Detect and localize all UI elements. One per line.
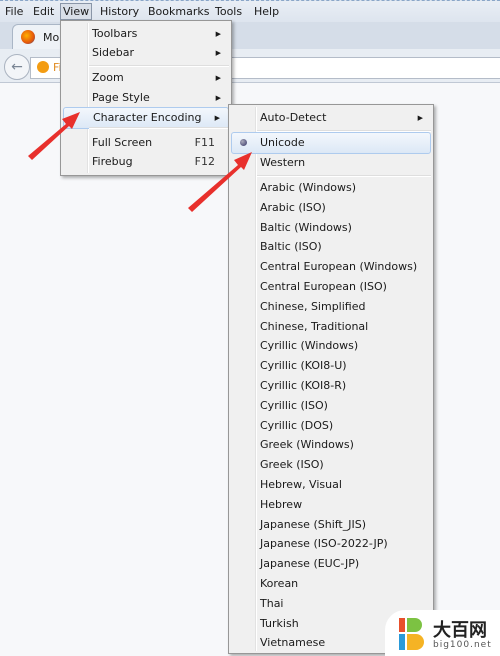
- watermark-name: 大百网: [433, 620, 487, 641]
- watermark-logo: 大百网 big100.net: [385, 610, 500, 656]
- annotation-arrows: [28, 112, 252, 212]
- red-arrow-icon: [188, 152, 252, 212]
- red-arrow-icon: [28, 112, 80, 160]
- big100-logo-icon: [399, 618, 424, 650]
- watermark-domain: big100.net: [433, 640, 492, 650]
